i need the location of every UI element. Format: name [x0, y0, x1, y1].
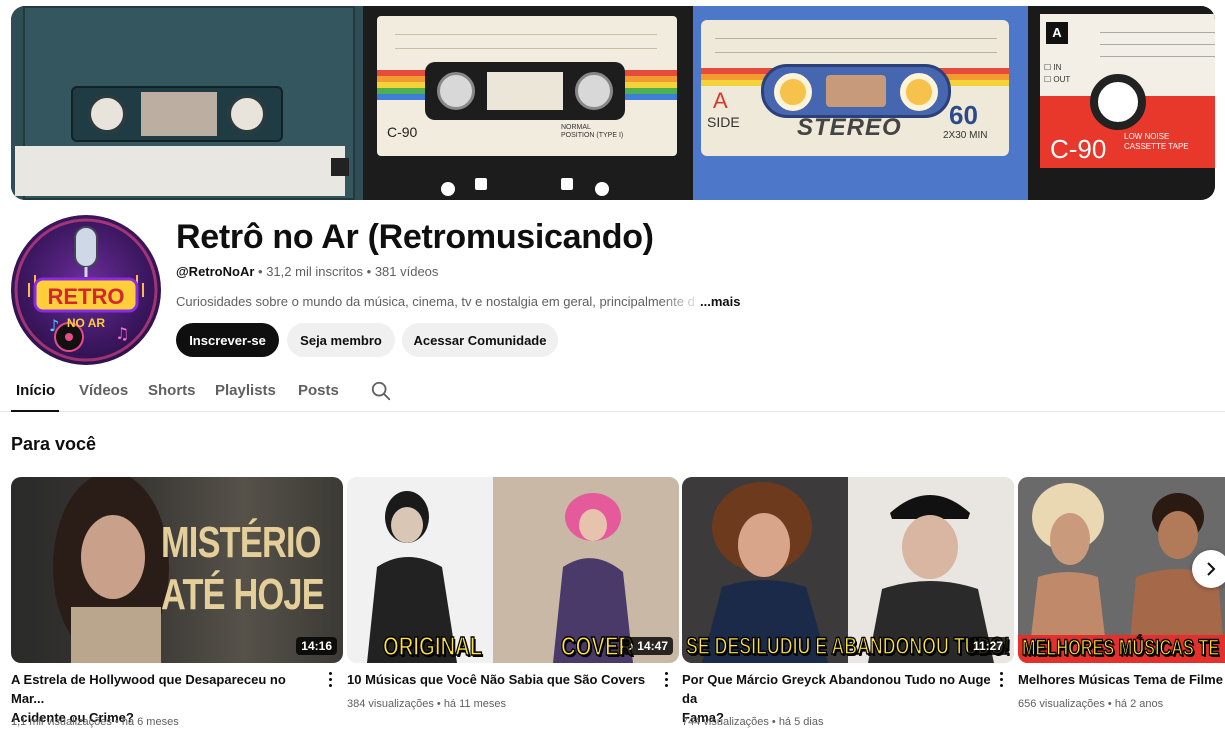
tape-noise: LOW NOISE CASSETTE TAPE — [1124, 132, 1189, 151]
more-actions-icon[interactable] — [665, 672, 669, 688]
video-thumbnail[interactable]: ORIGINAL COVER ♪ 14:47 — [347, 477, 679, 663]
video-meta: 656 visualizações • há 2 anos — [1018, 698, 1164, 710]
tab-videos[interactable]: Vídeos — [79, 382, 128, 399]
carousel-next-button[interactable] — [1192, 550, 1225, 588]
tape-label: C-90 — [387, 124, 418, 140]
tape-minutes: 2X30 MIN — [943, 130, 988, 141]
video-count: 381 vídeos — [374, 264, 439, 279]
banner-cassette-4: A ☐ IN ☐ OUT C-90 LOW NOISE CASSETTE TAPE — [1028, 6, 1215, 200]
tab-playlists[interactable]: Playlists — [215, 382, 276, 399]
banner-cassette-1 — [11, 6, 363, 200]
tape-side: SIDE — [707, 114, 740, 130]
section-title: Para você — [11, 434, 97, 454]
community-button[interactable]: Acessar Comunidade — [402, 323, 558, 357]
channel-title: Retrô no Ar (Retromusicando) — [176, 218, 654, 256]
subscribe-button[interactable]: Inscrever-se — [176, 323, 279, 357]
video-meta: 744 visualizações • há 5 dias — [682, 716, 824, 728]
channel-handle: @RetroNoAr — [176, 264, 255, 279]
thumbnail-overlay-text: ORIGINAL — [382, 630, 483, 662]
thumbnail-overlay-text: MISTÉRIO ATÉ HOJE — [161, 518, 325, 619]
video-duration: 14:16 — [296, 637, 337, 655]
svg-text:♫: ♫ — [115, 324, 129, 343]
tape-in-out: ☐ IN ☐ OUT — [1044, 63, 1071, 84]
chevron-right-icon — [1207, 562, 1216, 576]
tab-shorts[interactable]: Shorts — [148, 382, 196, 399]
description-more-link[interactable]: ...mais — [700, 294, 740, 309]
tape-stereo: STEREO — [797, 114, 902, 141]
thumbnail-overlay-text: SE DESILUDIU E ABANDONOU TUDO! — [685, 632, 1010, 661]
join-membership-button[interactable]: Seja membro — [287, 323, 395, 357]
tape-label: C-90 — [1050, 134, 1107, 164]
banner-cassette-3: A SIDE STEREO 60 2X30 MIN — [693, 6, 1028, 200]
channel-banner: C-90 NORMAL POSITION (TYPE I) A SIDE STER… — [11, 6, 1215, 200]
video-title[interactable]: Melhores Músicas Tema de Filme — [1018, 670, 1225, 689]
channel-tabs: Início Vídeos Shorts Playlists Posts — [0, 370, 1225, 412]
video-duration: 11:27 — [967, 637, 1008, 655]
more-actions-icon[interactable] — [1000, 672, 1004, 688]
video-thumbnail[interactable]: SE DESILUDIU E ABANDONOU TUDO! 11:27 — [682, 477, 1014, 663]
banner-cassette-2: C-90 NORMAL POSITION (TYPE I) — [363, 6, 693, 200]
subscriber-count: 31,2 mil inscritos — [266, 264, 364, 279]
avatar-title: RETRO — [48, 284, 125, 309]
tape-position: NORMAL POSITION (TYPE I) — [561, 124, 624, 139]
tape-side-letter: A — [1046, 22, 1068, 44]
tape-side-letter: A — [713, 88, 728, 113]
active-tab-indicator — [11, 410, 59, 412]
more-actions-icon[interactable] — [329, 672, 333, 688]
channel-meta: @RetroNoAr • 31,2 mil inscritos • 381 ví… — [176, 264, 439, 279]
thumbnail-overlay-text: MELHORES MÚSICAS TE — [1021, 634, 1220, 661]
channel-avatar[interactable]: ♪ ♫ RETRO NO AR — [11, 215, 161, 365]
video-meta: 1,1 mil visualizações • há 6 meses — [11, 716, 179, 728]
video-duration: ♪ 14:47 — [622, 637, 673, 655]
svg-text:♪: ♪ — [49, 316, 59, 335]
retro-logo-icon: ♪ ♫ RETRO NO AR — [14, 218, 158, 362]
video-meta: 384 visualizações • há 11 meses — [347, 698, 506, 710]
video-thumbnail[interactable]: MISTÉRIO ATÉ HOJE 14:16 — [11, 477, 343, 663]
avatar-subtitle: NO AR — [67, 316, 106, 330]
video-title[interactable]: 10 Músicas que Você Não Sabia que São Co… — [347, 670, 647, 689]
tape-length: 60 — [949, 100, 978, 130]
search-icon[interactable] — [370, 380, 392, 402]
tab-home[interactable]: Início — [16, 382, 55, 399]
tab-posts[interactable]: Posts — [298, 382, 339, 399]
channel-description[interactable]: Curiosidades sobre o mundo da música, ci… — [176, 294, 736, 309]
